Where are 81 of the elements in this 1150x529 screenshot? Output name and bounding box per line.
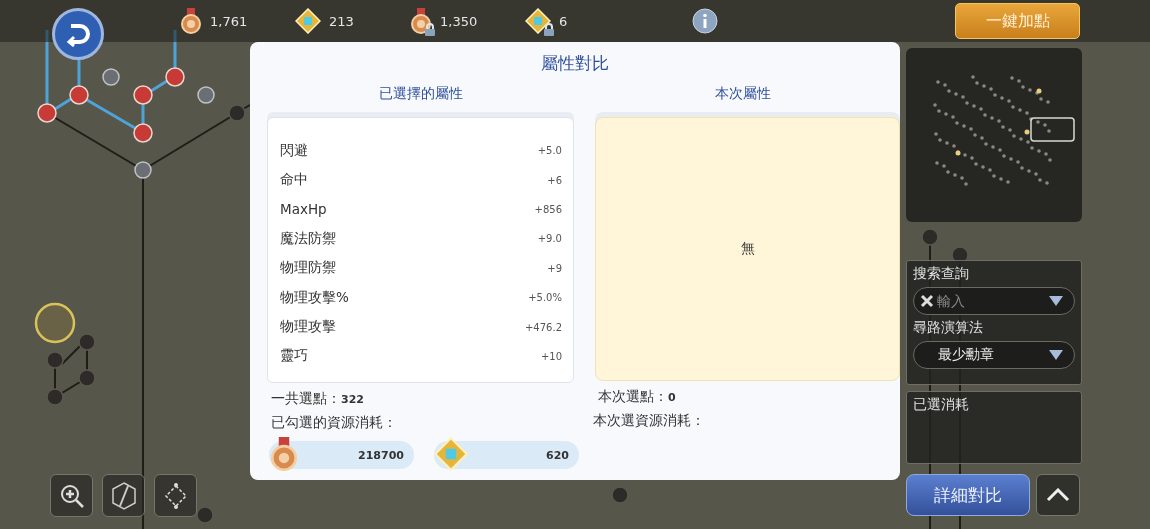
active-connector-line <box>150 79 168 93</box>
zoom-in-icon <box>58 482 85 509</box>
attribute-value: +5.0 <box>537 145 562 157</box>
active-connector-line <box>173 30 177 68</box>
attribute-value: +476.2 <box>525 321 562 333</box>
connector-line <box>86 349 88 371</box>
resource-amount: 1,761 <box>210 13 248 29</box>
algorithm-label: 尋路演算法 <box>913 319 984 337</box>
points-value: 322 <box>341 393 364 406</box>
gem-icon <box>295 8 321 34</box>
search-field[interactable]: 輸入 <box>937 293 1045 309</box>
points-label: 本次選點： <box>598 388 668 406</box>
attribute-value: +10 <box>540 350 562 362</box>
attribute-value: +5.0% <box>528 292 562 304</box>
lock-icon <box>543 23 555 36</box>
attribute-name: 閃避 <box>280 141 308 160</box>
attribute-name: 物理攻擊 <box>280 318 336 337</box>
minimap[interactable] <box>906 48 1082 222</box>
attribute-name: 物理防禦 <box>280 259 336 278</box>
spent-label: 已選消耗 <box>913 396 970 414</box>
attribute-value: +856 <box>534 203 562 215</box>
attribute-value: +6 <box>547 174 562 186</box>
attribute-value: +9 <box>547 262 562 274</box>
search-label: 搜索查詢 <box>913 265 970 283</box>
points-value: 0 <box>668 391 676 404</box>
medal-icon <box>269 437 299 471</box>
skill-node[interactable] <box>228 104 246 122</box>
skill-node[interactable] <box>78 333 96 351</box>
dropdown-triangle-icon <box>1048 349 1064 361</box>
skill-node[interactable] <box>102 68 120 86</box>
active-connector-line <box>141 104 145 124</box>
skill-node[interactable] <box>46 388 64 406</box>
attribute-name: 靈巧 <box>280 347 308 366</box>
attribute-name: 魔法防禦 <box>280 229 336 248</box>
attribute-name: MaxHp <box>280 201 327 218</box>
connector-line <box>61 345 81 365</box>
hexagon-slash-button[interactable] <box>102 474 145 517</box>
skill-node[interactable] <box>134 161 152 179</box>
resource-amount: 213 <box>329 13 354 29</box>
search-dropdown[interactable]: 輸入 <box>913 287 1075 315</box>
active-connector-line <box>54 97 72 111</box>
chevron-up-icon <box>1046 488 1070 502</box>
skill-node[interactable] <box>921 228 939 246</box>
back-button[interactable] <box>52 8 104 60</box>
points-label: 一共選點： <box>271 390 341 408</box>
resource-amount: 6 <box>559 13 568 29</box>
hexagon-slash-icon <box>110 481 137 510</box>
attribute-value: +9.0 <box>537 233 562 245</box>
cost-amount: 218700 <box>358 448 404 462</box>
dropdown-triangle-icon <box>1048 295 1064 307</box>
skill-node[interactable] <box>78 369 96 387</box>
cost-label: 已勾選的資源消耗： <box>271 414 398 431</box>
connector-line <box>54 367 56 390</box>
compare-button[interactable]: 詳細對比 <box>906 474 1030 516</box>
collapse-button[interactable] <box>1036 474 1080 516</box>
skill-node[interactable] <box>196 506 214 524</box>
skill-node[interactable] <box>611 486 629 504</box>
connector-line <box>61 381 81 394</box>
cost-amount: 620 <box>546 448 569 462</box>
empty-text: 無 <box>740 240 755 258</box>
glowing-skill-node[interactable] <box>34 302 76 344</box>
zoom-in-button[interactable] <box>50 474 93 517</box>
cost-label: 本次選資源消耗： <box>593 412 706 429</box>
gem-icon <box>525 8 551 34</box>
column-heading: 本次屬性 <box>714 85 772 103</box>
attribute-name: 物理攻擊% <box>280 288 349 307</box>
dialog-title: 屬性對比 <box>540 52 610 75</box>
clear-icon[interactable] <box>920 294 934 308</box>
column-heading: 已選擇的屬性 <box>378 85 464 103</box>
active-connector-line <box>86 98 136 130</box>
skill-node[interactable] <box>197 86 215 104</box>
medal-icon <box>180 8 202 34</box>
skill-node[interactable] <box>46 351 64 369</box>
gem-icon <box>434 437 468 471</box>
resource-amount: 1,350 <box>440 13 478 29</box>
info-icon[interactable] <box>692 8 718 34</box>
attribute-name: 命中 <box>280 171 308 190</box>
lock-icon <box>424 23 436 36</box>
path-button[interactable] <box>154 474 197 517</box>
return-arrow-icon <box>65 21 91 47</box>
algorithm-dropdown[interactable]: 最少勳章 <box>913 341 1075 369</box>
